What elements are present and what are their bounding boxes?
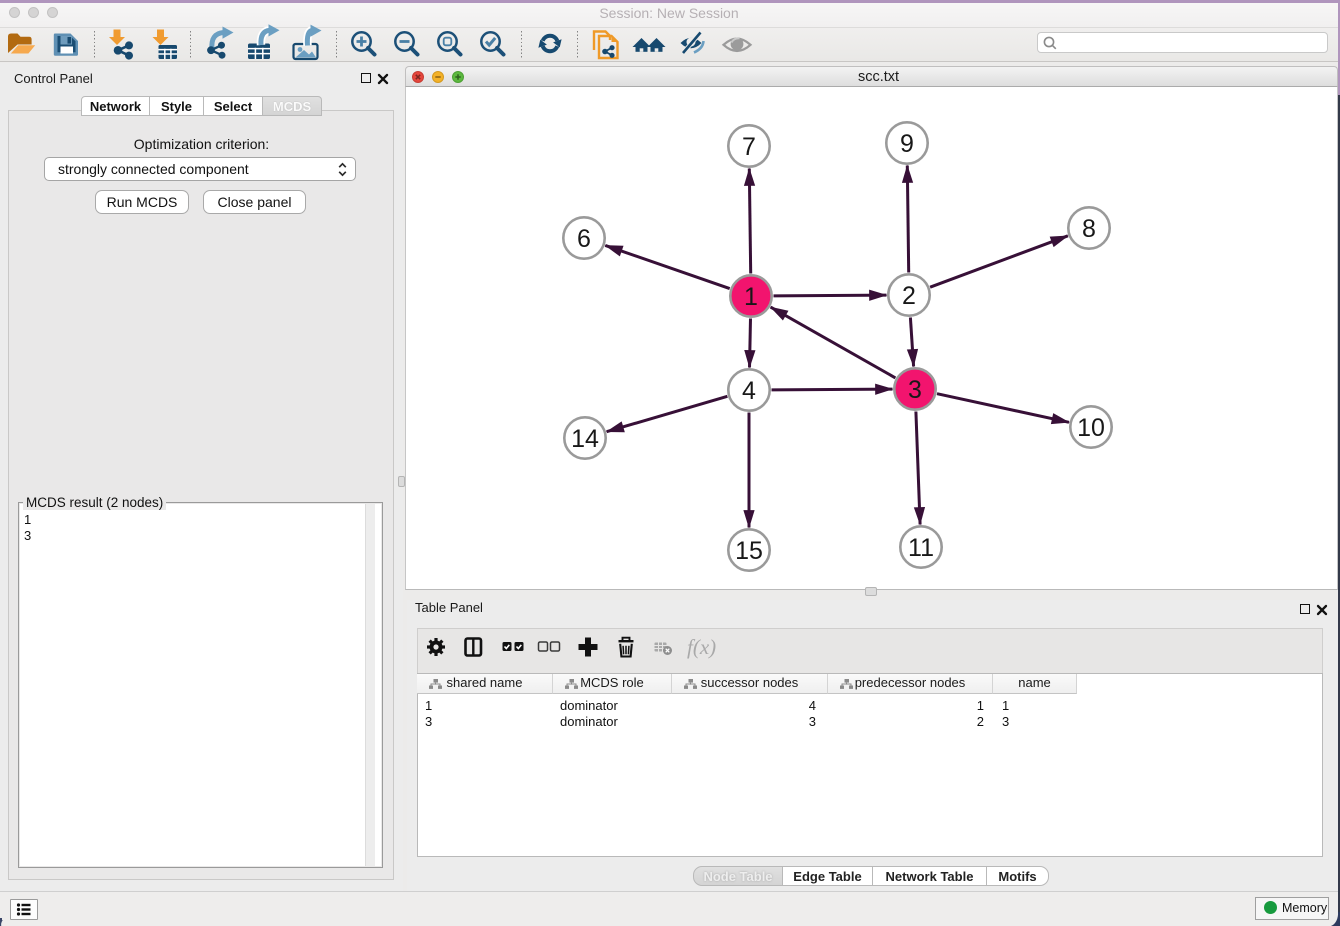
svg-text:3: 3 [908,376,922,404]
svg-text:14: 14 [571,425,599,453]
svg-text:9: 9 [900,130,914,158]
svg-text:4: 4 [742,377,756,405]
svg-text:8: 8 [1082,215,1096,243]
svg-text:6: 6 [577,225,591,253]
svg-text:11: 11 [908,534,934,562]
svg-text:15: 15 [735,537,763,565]
svg-text:2: 2 [902,282,916,310]
svg-text:f(x): f(x) [687,635,716,659]
svg-text:1: 1 [744,283,758,311]
svg-text:10: 10 [1077,414,1105,442]
svg-text:7: 7 [742,133,756,161]
